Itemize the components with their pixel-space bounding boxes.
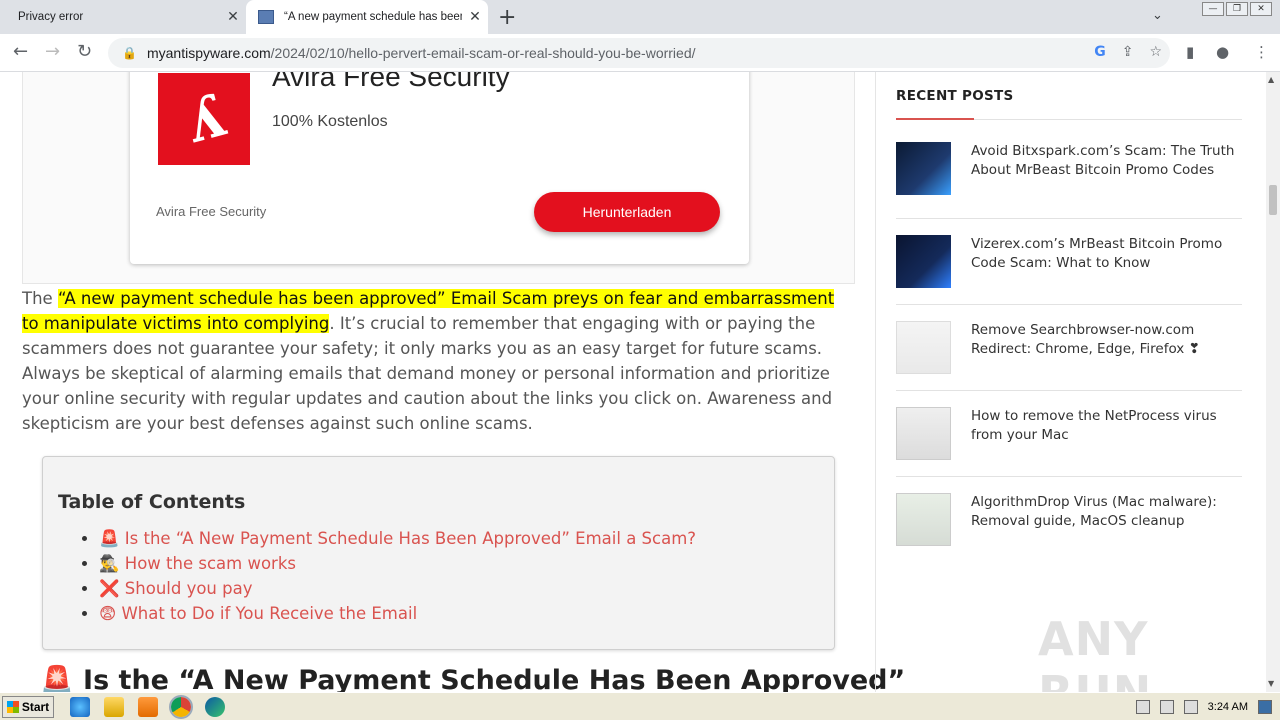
side-panel-icon[interactable]: ▮ (1186, 43, 1194, 61)
ad-container: ʎ Avira Free Security 100% Kostenlos Avi… (22, 72, 855, 284)
toc-list: 🚨 Is the “A New Payment Schedule Has Bee… (99, 526, 696, 626)
toc-link-how-it-works[interactable]: 🕵️‍♂️ How the scam works (99, 554, 296, 573)
back-arrow-icon[interactable]: ← (13, 41, 28, 62)
google-icon[interactable]: G (1094, 44, 1106, 60)
tab-title: “A new payment schedule has been approve… (284, 11, 462, 23)
tab-search-chevron-icon[interactable]: ⌄ (1152, 8, 1163, 23)
url-domain: myantispyware.com (146, 45, 271, 61)
clock[interactable]: 3:24 AM (1208, 701, 1248, 713)
scroll-up-arrow-icon[interactable]: ▲ (1268, 75, 1274, 84)
windows-taskbar: Start 3:24 AM (0, 692, 1280, 720)
post-separator (896, 476, 1242, 477)
file-explorer-icon[interactable] (104, 697, 124, 717)
browser-toolbar: ← → ↻ 🔒 myantispyware.com /2024/02/10/he… (0, 34, 1280, 72)
post-separator (896, 304, 1242, 305)
share-icon[interactable]: ⇪ (1122, 44, 1134, 60)
ad-download-button[interactable]: Herunterladen (534, 192, 720, 232)
tab-active-article[interactable]: “A new payment schedule has been approve… (246, 0, 488, 34)
forward-arrow-icon[interactable]: → (45, 41, 60, 62)
article-paragraph: The “A new payment schedule has been app… (22, 286, 855, 436)
anyrun-watermark: ANY RUN (1038, 612, 1151, 692)
ad-title: Avira Free Security (272, 72, 510, 92)
scrollbar-thumb[interactable] (1269, 185, 1277, 215)
post-separator (896, 390, 1242, 391)
page-content: ʎ Avira Free Security 100% Kostenlos Avi… (0, 72, 1266, 692)
post-title-link[interactable]: Avoid Bitxspark.com’s Scam: The Truth Ab… (971, 142, 1243, 180)
toc-link-what-to-do[interactable]: 😨 What to Do if You Receive the Email (99, 604, 417, 623)
post-title-link[interactable]: AlgorithmDrop Virus (Mac malware): Remov… (971, 493, 1243, 531)
url-path: /2024/02/10/hello-pervert-email-scam-or-… (270, 45, 696, 61)
post-title-link[interactable]: Remove Searchbrowser-now.com Redirect: C… (971, 321, 1243, 359)
post-title-link[interactable]: Vizerex.com’s MrBeast Bitcoin Promo Code… (971, 235, 1243, 273)
sidebar-divider (875, 72, 876, 692)
menu-kebab-icon[interactable]: ⋮ (1254, 43, 1269, 61)
volume-icon[interactable] (1135, 700, 1150, 714)
show-desktop-icon[interactable] (1258, 700, 1272, 714)
toc-title: Table of Contents (58, 491, 246, 513)
toc-item: 😨 What to Do if You Receive the Email (99, 601, 696, 626)
vertical-scrollbar[interactable]: ▲ ▼ (1266, 72, 1280, 692)
toc-link-is-scam[interactable]: 🚨 Is the “A New Payment Schedule Has Bee… (99, 529, 696, 548)
network-icon[interactable] (1159, 700, 1174, 714)
post-thumbnail[interactable] (896, 235, 951, 288)
minimize-button[interactable]: — (1202, 2, 1224, 16)
bookmark-star-icon[interactable]: ☆ (1149, 44, 1162, 60)
flag-notification-icon[interactable] (1183, 700, 1198, 714)
media-player-icon[interactable] (138, 697, 158, 717)
post-thumbnail[interactable] (896, 407, 951, 460)
post-title-link[interactable]: How to remove the NetProcess virus from … (971, 407, 1243, 445)
chrome-icon[interactable] (169, 695, 193, 719)
post-separator (896, 218, 1242, 219)
maximize-button[interactable]: ❐ (1226, 2, 1248, 16)
scroll-down-arrow-icon[interactable]: ▼ (1268, 679, 1274, 688)
table-of-contents: Table of Contents 🚨 Is the “A New Paymen… (42, 456, 835, 650)
toc-item: 🚨 Is the “A New Payment Schedule Has Bee… (99, 526, 696, 551)
avira-logo-icon: ʎ (158, 73, 250, 165)
recent-posts-accent (896, 118, 974, 120)
article-intro: The (22, 289, 58, 308)
system-tray: 3:24 AM (1135, 695, 1280, 719)
tab-title: Privacy error (18, 11, 84, 23)
internet-explorer-icon[interactable] (70, 697, 90, 717)
windows-flag-icon (6, 701, 19, 713)
edge-icon[interactable] (205, 697, 225, 717)
post-thumbnail[interactable] (896, 321, 951, 374)
profile-avatar-icon[interactable]: ● (1216, 43, 1229, 61)
tab-privacy-error[interactable]: Privacy error ✕ (0, 0, 246, 34)
close-window-button[interactable]: ✕ (1250, 2, 1272, 16)
lock-icon[interactable]: 🔒 (122, 46, 137, 60)
page-favicon-icon (258, 10, 274, 24)
address-bar[interactable]: 🔒 myantispyware.com /2024/02/10/hello-pe… (108, 38, 1170, 68)
start-button[interactable]: Start (2, 696, 54, 718)
tab-close-icon[interactable]: ✕ (220, 9, 246, 25)
post-thumbnail[interactable] (896, 142, 951, 195)
toc-item: 🕵️‍♂️ How the scam works (99, 551, 696, 576)
toc-item: ❌ Should you pay (99, 576, 696, 601)
ad-card[interactable]: ʎ Avira Free Security 100% Kostenlos Avi… (130, 72, 749, 264)
tab-strip: Privacy error ✕ “A new payment schedule … (0, 0, 1280, 34)
post-thumbnail[interactable] (896, 493, 951, 546)
section-heading: 🚨 Is the “A New Payment Schedule Has Bee… (40, 665, 906, 692)
window-controls: — ❐ ✕ (1202, 2, 1272, 16)
reload-icon[interactable]: ↻ (77, 41, 92, 62)
start-label: Start (21, 700, 50, 714)
toc-link-should-you-pay[interactable]: ❌ Should you pay (99, 579, 253, 598)
ad-subtitle: 100% Kostenlos (272, 113, 388, 130)
recent-posts-title: RECENT POSTS (896, 88, 1014, 104)
new-tab-plus-icon[interactable]: + (498, 5, 516, 30)
tab-close-icon[interactable]: ✕ (462, 9, 488, 25)
ad-brand: Avira Free Security (156, 204, 267, 219)
